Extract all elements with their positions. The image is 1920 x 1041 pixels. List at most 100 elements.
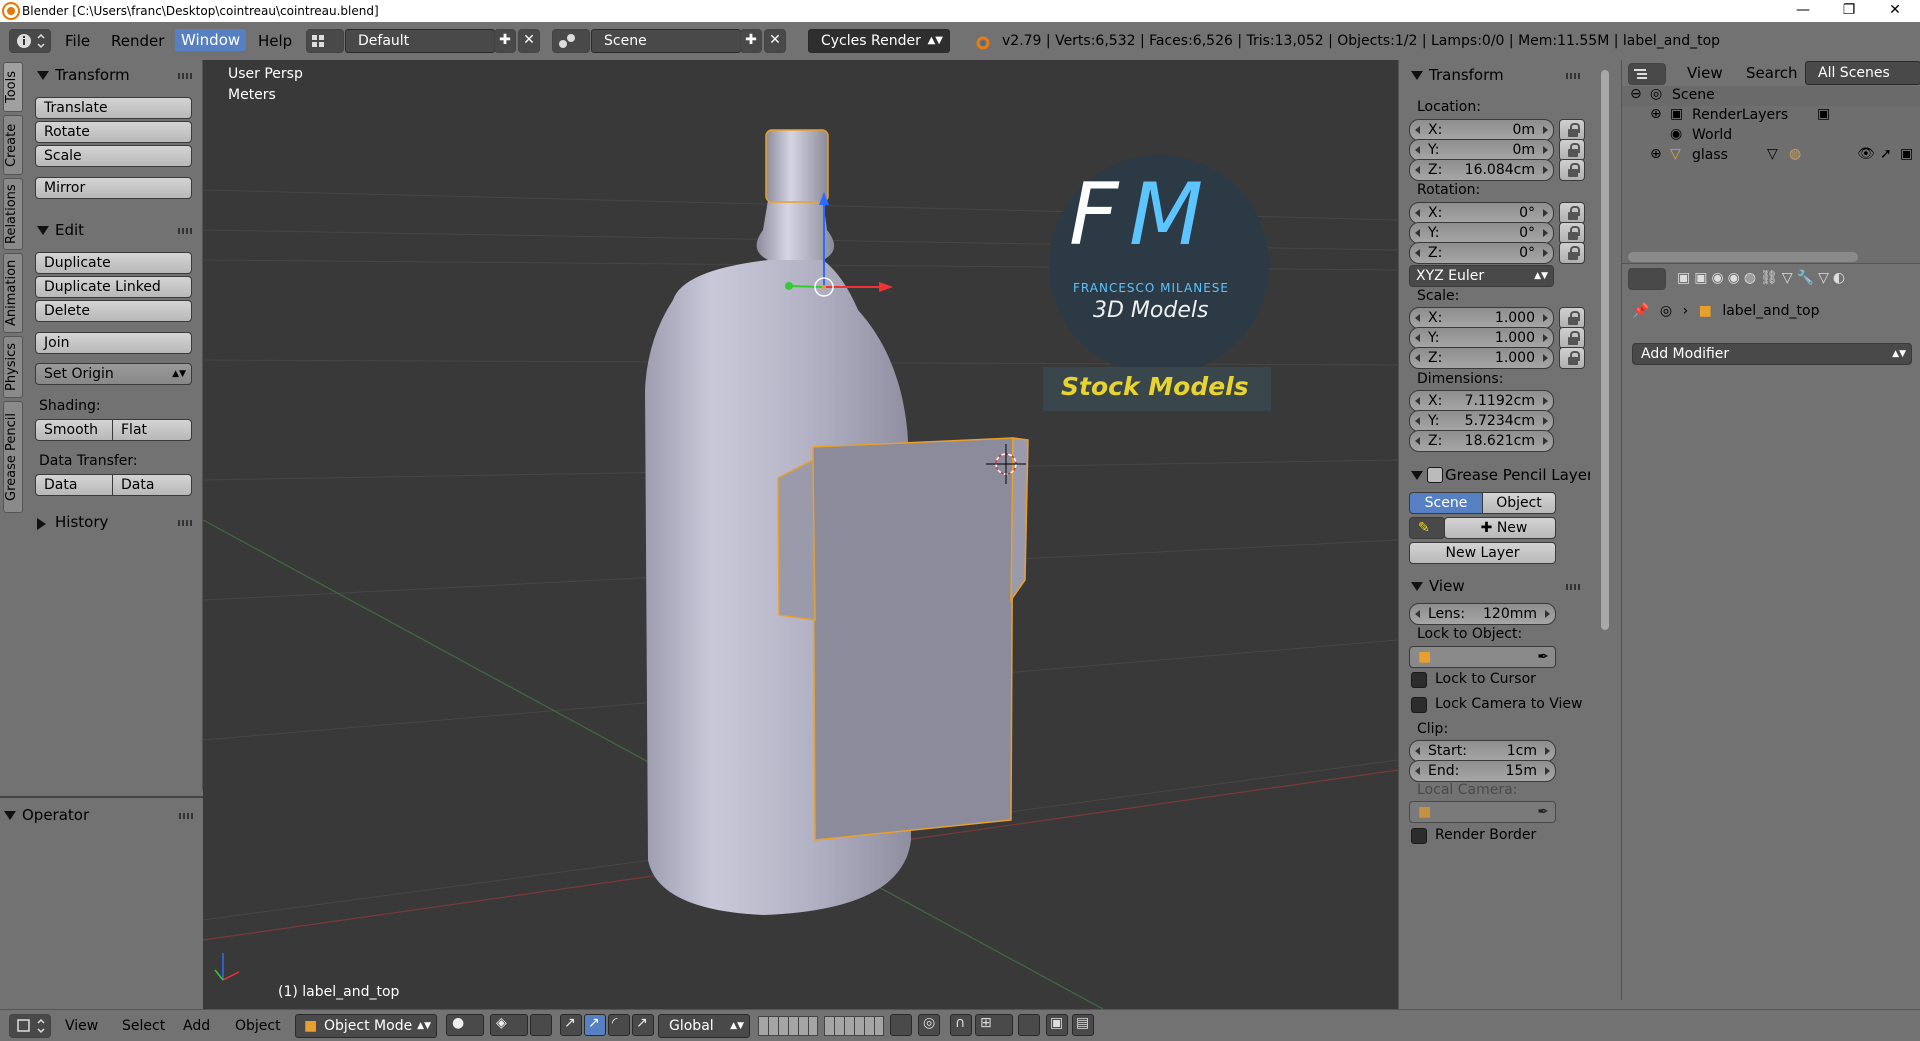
npanel-transform-header[interactable]: Transform [1399,62,1590,88]
lens-field[interactable]: Lens: 120mm [1409,603,1556,625]
tab-physics[interactable]: Physics [3,336,23,398]
outliner-row[interactable]: ⊕ ▽ glass ▽ ◍ 👁 ➚ ▣ [1622,146,1920,166]
scale-x-field[interactable]: X: 1.000 [1409,307,1554,329]
outliner-row[interactable]: ⊖ ◎ Scene [1622,86,1920,106]
dimensions-x-field[interactable]: X: 7.1192cm [1409,390,1554,412]
translate-manipulator-toggle[interactable]: ↗ [560,1014,582,1036]
menu-help[interactable]: Help [258,32,292,50]
tab-tools[interactable]: Tools [3,62,23,112]
properties-editor-type-button[interactable] [1628,268,1666,290]
tab-animation[interactable]: Animation [3,253,23,333]
delete-scene-button[interactable]: ✕ [764,29,786,53]
pin-icon[interactable]: 📌 [1632,303,1649,319]
rotate-button[interactable]: Rotate [35,121,192,143]
layer-lock-toggle[interactable] [890,1014,912,1036]
bottle-model[interactable] [645,129,1029,915]
viewport-editor-type-button[interactable] [9,1014,51,1038]
delete-layout-button[interactable]: ✕ [518,29,540,53]
viewport-menu-add[interactable]: Add [183,1018,210,1034]
location-y-field[interactable]: Y: 0m [1409,139,1554,161]
menu-render[interactable]: Render [111,32,164,50]
outliner-h-scrollbar[interactable] [1628,252,1858,262]
flat-button[interactable]: Flat [112,419,192,441]
render-border-checkbox[interactable] [1411,828,1427,844]
outliner-menu-view[interactable]: View [1687,64,1723,82]
npanel-scrollbar[interactable] [1598,60,1612,1009]
drag-grip-icon[interactable] [1566,73,1582,79]
menu-file[interactable]: File [65,32,90,50]
add-modifier-dropdown[interactable]: Add Modifier ▲▼ [1632,343,1912,365]
select-cursor-icon[interactable]: ➚ [1880,146,1892,162]
smooth-button[interactable]: Smooth [35,419,113,441]
outliner-item-scene[interactable]: Scene [1672,87,1715,103]
history-panel-header[interactable]: History [25,509,202,535]
add-layout-button[interactable]: ✚ [494,29,516,53]
clip-end-field[interactable]: End: 15m [1409,760,1556,782]
set-origin-dropdown[interactable]: Set Origin ▲▼ [35,363,192,385]
close-button[interactable]: ✕ [1872,0,1918,22]
outliner-item-world[interactable]: World [1692,127,1732,143]
menu-window[interactable]: Window [175,29,247,51]
render-animation-button[interactable]: ▤ [1072,1014,1094,1036]
grease-pencil-layer-header[interactable]: Grease Pencil Layer [1399,462,1590,488]
data-transfer-button[interactable]: Data [35,474,113,496]
translate-button[interactable]: Translate [35,97,192,119]
scale-button[interactable]: Scale [35,145,192,167]
tab-grease-pencil[interactable]: Grease Pencil [3,401,23,513]
rotation-y-field[interactable]: Y: 0° [1409,222,1554,244]
snap-element-dropdown[interactable]: ⊞ [975,1014,1013,1036]
manipulator-toggle[interactable] [530,1014,552,1036]
location-x-field[interactable]: X: 0m [1409,119,1554,141]
drag-grip-icon[interactable] [178,520,194,526]
pivot-point-dropdown[interactable]: ◈ [490,1014,528,1036]
viewport-menu-view[interactable]: View [65,1018,98,1034]
expand-icon[interactable]: ⊕ [1650,106,1662,122]
outliner-row[interactable]: ◉ World [1622,126,1920,146]
lock-scale-x-icon[interactable] [1559,307,1585,329]
eyedropper-icon[interactable]: ✒ [1537,802,1549,822]
gp-object-toggle[interactable]: Object [1482,492,1556,514]
mirror-button[interactable]: Mirror [35,177,192,199]
data-layout-button[interactable]: Data Layo [112,474,192,496]
properties-context-tabs[interactable]: ▣▣◉◉◍⛓▽🔧▽◐ [1677,270,1849,286]
render-engine-dropdown[interactable]: Cycles Render ▲▼ [808,29,950,53]
lock-to-object-field[interactable]: ■ ✒ [1409,646,1556,668]
lock-rotation-z-icon[interactable] [1559,242,1585,264]
layout-name-field[interactable]: Default [345,29,495,53]
eye-icon[interactable]: 👁 [1857,146,1875,162]
mode-dropdown[interactable]: ■ Object Mode ▲▼ [295,1014,437,1038]
gp-scene-toggle[interactable]: Scene [1409,492,1483,514]
drag-grip-icon[interactable] [1566,584,1582,590]
outliner-menu-search[interactable]: Search [1746,64,1798,82]
layer-buttons-2[interactable] [824,1016,884,1036]
outliner-editor-type-button[interactable] [1628,63,1666,85]
transform-orientation-dropdown[interactable]: Global ▲▼ [658,1014,750,1038]
add-scene-button[interactable]: ✚ [740,29,762,53]
lock-scale-z-icon[interactable] [1559,347,1585,369]
viewport-menu-object[interactable]: Object [235,1018,281,1034]
minimize-button[interactable]: — [1780,0,1826,22]
dimensions-y-field[interactable]: Y: 5.7234cm [1409,410,1554,432]
editor-type-button[interactable] [9,29,51,53]
lock-scale-y-icon[interactable] [1559,327,1585,349]
snap-toggle[interactable]: ∩ [950,1014,972,1036]
lock-location-y-icon[interactable] [1559,139,1585,161]
rotate-manipulator-toggle[interactable]: ↗ [584,1014,606,1036]
grease-pencil-enable-checkbox[interactable] [1427,467,1443,483]
lock-location-x-icon[interactable] [1559,119,1585,141]
scene-browse-button[interactable] [552,29,590,53]
local-camera-field[interactable]: ■ ✒ [1409,801,1556,823]
scale-z-field[interactable]: Z: 1.000 [1409,347,1554,369]
scale-y-field[interactable]: Y: 1.000 [1409,327,1554,349]
delete-button[interactable]: Delete [35,300,192,322]
transform-manipulator-toggle[interactable]: ↗ [632,1014,654,1036]
outliner-item-glass[interactable]: glass [1692,147,1728,163]
drag-grip-icon[interactable] [178,228,194,234]
expand-icon[interactable]: ⊕ [1650,146,1662,162]
snap-target-toggle[interactable] [1018,1014,1040,1036]
location-z-field[interactable]: Z: 16.084cm [1409,159,1554,181]
join-button[interactable]: Join [35,332,192,354]
proportional-editing-toggle[interactable]: ◎ [918,1014,940,1036]
render-opengl-button[interactable]: ▣ [1046,1014,1068,1036]
rotation-z-field[interactable]: Z: 0° [1409,242,1554,264]
